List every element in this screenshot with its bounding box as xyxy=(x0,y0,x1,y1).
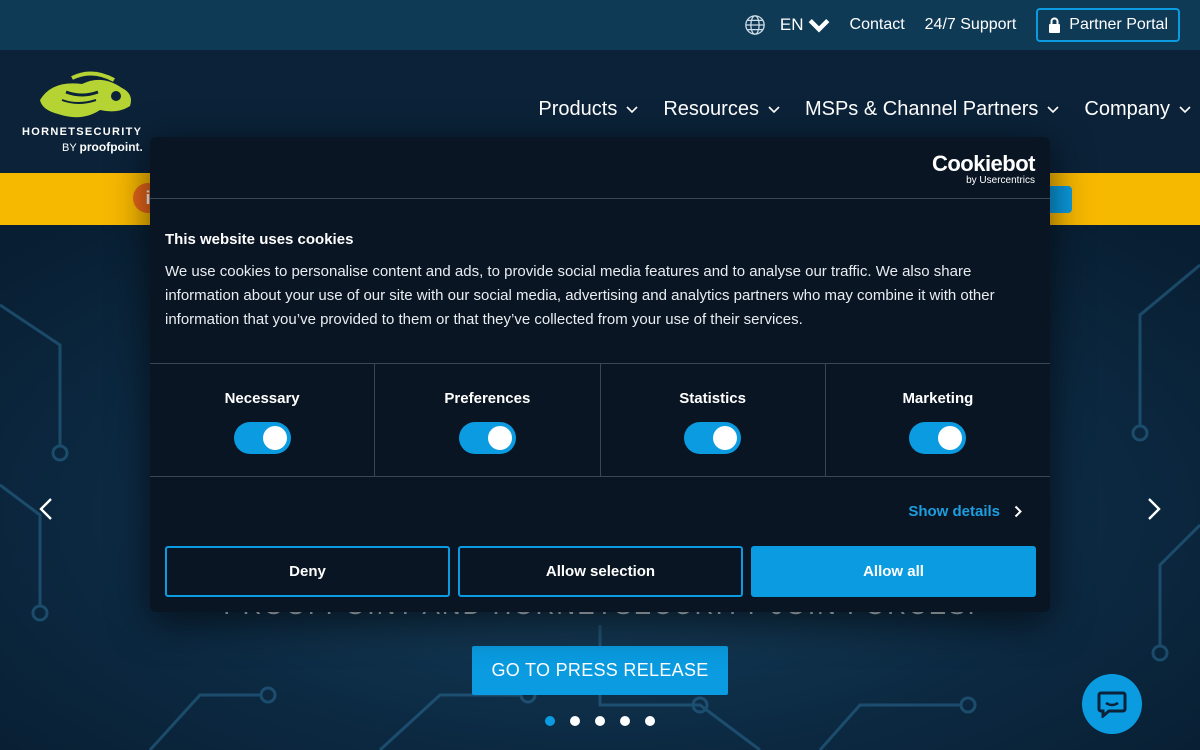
support-link[interactable]: 24/7 Support xyxy=(925,16,1017,34)
toggle-knob xyxy=(938,426,963,450)
contact-link[interactable]: Contact xyxy=(850,16,905,34)
chevron-right-icon xyxy=(1014,505,1022,518)
nav-label: Company xyxy=(1084,98,1170,120)
top-utility-bar: EN Contact 24/7 Support Partner Portal xyxy=(0,0,1200,50)
cookie-title: This website uses cookies xyxy=(165,231,354,248)
chevron-down-icon xyxy=(808,19,829,33)
globe-icon xyxy=(745,15,765,35)
allow-all-button[interactable]: Allow all xyxy=(751,546,1036,597)
chevron-down-icon xyxy=(626,105,638,113)
carousel-next-arrow-icon[interactable] xyxy=(1142,495,1166,523)
partner-portal-label: Partner Portal xyxy=(1069,16,1168,33)
deny-button[interactable]: Deny xyxy=(165,546,450,597)
nav-resources[interactable]: Resources xyxy=(663,98,781,121)
carousel-dot-5[interactable] xyxy=(645,716,655,726)
category-label: Statistics xyxy=(679,390,746,407)
cookie-description: We use cookies to personalise content an… xyxy=(165,263,995,328)
nav-label: Resources xyxy=(663,98,759,120)
carousel-prev-arrow-icon[interactable] xyxy=(34,495,58,523)
carousel-dot-3[interactable] xyxy=(595,716,605,726)
chat-button[interactable] xyxy=(1082,674,1142,734)
preferences-toggle[interactable] xyxy=(458,422,516,454)
hornet-icon xyxy=(40,71,131,118)
necessary-toggle[interactable] xyxy=(233,422,291,454)
cookie-consent-dialog: Cookiebot by Usercentrics This website u… xyxy=(150,137,1050,612)
nav-label: Products xyxy=(538,98,618,120)
hornetsecurity-logo[interactable]: HORNETSECURITY BY proofpoint. xyxy=(22,70,148,154)
main-nav: Products Resources MSPs & Channel Partne… xyxy=(538,98,1192,121)
statistics-toggle[interactable] xyxy=(684,422,742,454)
cookie-buttons: Deny Allow selection Allow all xyxy=(165,546,1036,597)
category-preferences: Preferences xyxy=(375,364,601,476)
lock-icon xyxy=(1049,17,1061,33)
chat-icon xyxy=(1097,691,1127,718)
category-label: Preferences xyxy=(444,390,531,407)
category-statistics: Statistics xyxy=(601,364,826,476)
cookiebot-brand: Cookiebot xyxy=(931,151,1036,176)
chevron-down-icon xyxy=(768,105,780,113)
logo-brand-text: HORNETSECURITY xyxy=(22,126,143,138)
toggle-knob xyxy=(487,426,512,450)
carousel-dots xyxy=(545,716,655,726)
nav-company[interactable]: Company xyxy=(1084,98,1192,121)
show-details-link[interactable]: Show details xyxy=(908,503,1022,520)
chevron-down-icon xyxy=(1179,105,1191,113)
details-row: Show details xyxy=(150,477,1050,547)
cookie-dialog-body: This website uses cookies We use cookies… xyxy=(150,199,1050,363)
carousel-dot-4[interactable] xyxy=(620,716,630,726)
allow-selection-button[interactable]: Allow selection xyxy=(458,546,743,597)
logo-parent: proofpoint. xyxy=(79,140,143,154)
marketing-toggle[interactable] xyxy=(909,422,967,454)
language-code: EN xyxy=(779,15,804,34)
cookie-category-toggles: Necessary Preferences Statistics Marketi… xyxy=(150,363,1050,477)
logo-by-text: BY proofpoint. xyxy=(62,140,143,154)
category-label: Marketing xyxy=(902,390,974,407)
nav-products[interactable]: Products xyxy=(538,98,639,121)
language-selector[interactable]: EN xyxy=(744,14,830,36)
cookiebot-logo: Cookiebot by Usercentrics xyxy=(931,151,1036,186)
toggle-knob xyxy=(262,426,287,450)
carousel-dot-1[interactable] xyxy=(545,716,555,726)
nav-msps-channel-partners[interactable]: MSPs & Channel Partners xyxy=(805,98,1060,121)
category-necessary: Necessary xyxy=(150,364,376,476)
cookie-dialog-header: Cookiebot by Usercentrics xyxy=(150,137,1050,199)
chevron-down-icon xyxy=(1047,105,1059,113)
category-marketing: Marketing xyxy=(826,364,1050,476)
category-label: Necessary xyxy=(224,390,300,407)
toggle-knob xyxy=(713,426,738,450)
partner-portal-button[interactable]: Partner Portal xyxy=(1036,8,1180,42)
logo-by: BY xyxy=(62,142,77,154)
nav-label: MSPs & Channel Partners xyxy=(804,98,1039,120)
press-release-button[interactable]: GO TO PRESS RELEASE xyxy=(472,646,728,695)
show-details-label: Show details xyxy=(908,503,1000,520)
carousel-dot-2[interactable] xyxy=(570,716,580,726)
